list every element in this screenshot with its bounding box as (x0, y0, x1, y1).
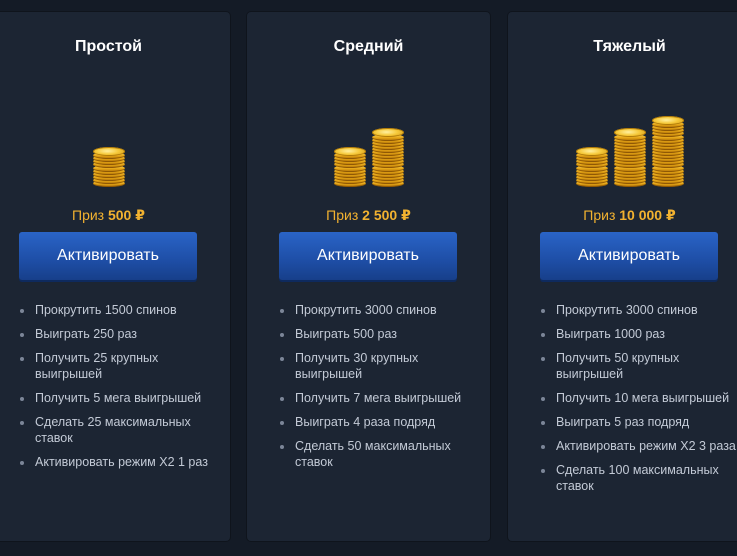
task-item: Получить 50 крупных выигрышей (508, 350, 737, 382)
task-item: Получить 10 мега выигрышей (508, 390, 737, 406)
task-item: Получить 30 крупных выигрышей (247, 350, 484, 382)
coin-stack (651, 116, 684, 187)
card-title: Тяжелый (593, 38, 666, 55)
prize-value: 2 500 ₽ (362, 207, 411, 223)
task-list: Прокрутить 1500 спинов Выиграть 250 раз … (0, 302, 224, 478)
prize-value: 500 ₽ (107, 207, 145, 223)
task-item: Выиграть 1000 раз (508, 326, 737, 342)
task-item: Выиграть 4 раза подряд (247, 414, 484, 430)
coin-stack (575, 147, 608, 187)
task-item: Прокрутить 3000 спинов (247, 302, 484, 318)
task-item: Активировать режим Х2 1 раз (0, 454, 224, 470)
gold-coin-top-icon (92, 147, 125, 156)
activate-button[interactable]: Активировать (540, 232, 718, 280)
task-item: Прокрутить 1500 спинов (0, 302, 224, 318)
prize-value: 10 000 ₽ (619, 207, 676, 223)
card-title: Простой (75, 38, 142, 55)
coin-stack-icon (0, 82, 230, 187)
coin-stack (333, 147, 366, 187)
coin-stack (371, 128, 404, 187)
task-item: Выиграть 5 раз подряд (508, 414, 737, 430)
task-item: Получить 25 крупных выигрышей (0, 350, 224, 382)
coin-stack-icon (508, 82, 737, 187)
task-item: Получить 5 мега выигрышей (0, 390, 224, 406)
gold-coin-top-icon (333, 147, 366, 156)
task-item: Сделать 25 максимальных ставок (0, 414, 224, 446)
task-item: Сделать 50 максимальных ставок (247, 438, 484, 470)
task-item: Выиграть 500 раз (247, 326, 484, 342)
task-list: Прокрутить 3000 спинов Выиграть 500 раз … (247, 302, 484, 478)
prize-label: Приз (326, 207, 359, 223)
task-item: Активировать режим Х2 3 раза (508, 438, 737, 454)
prize-amount: Приз 10 000 ₽ (508, 207, 737, 224)
activate-button[interactable]: Активировать (279, 232, 457, 280)
challenge-card-hard: Тяжелый Приз 10 000 ₽ Активировать Прокр… (508, 12, 737, 541)
task-item: Прокрутить 3000 спинов (508, 302, 737, 318)
task-item: Сделать 100 максимальных ставок (508, 462, 737, 494)
prize-label: Приз (583, 207, 616, 223)
prize-amount: Приз 500 ₽ (0, 207, 230, 224)
gold-coin-top-icon (651, 116, 684, 125)
prize-label: Приз (72, 207, 105, 223)
coin-stack (613, 128, 646, 187)
gold-coin-top-icon (575, 147, 608, 156)
challenge-card-medium: Средний Приз 2 500 ₽ Активировать Прокру… (247, 12, 490, 541)
card-title: Средний (333, 38, 404, 55)
challenge-card-easy: Простой Приз 500 ₽ Активировать Прокрути… (0, 12, 230, 541)
coin-stack (92, 147, 125, 187)
activate-button[interactable]: Активировать (19, 232, 197, 280)
task-list: Прокрутить 3000 спинов Выиграть 1000 раз… (508, 302, 737, 502)
task-item: Получить 7 мега выигрышей (247, 390, 484, 406)
coin-stack-icon (247, 82, 490, 187)
prize-amount: Приз 2 500 ₽ (247, 207, 490, 224)
task-item: Выиграть 250 раз (0, 326, 224, 342)
